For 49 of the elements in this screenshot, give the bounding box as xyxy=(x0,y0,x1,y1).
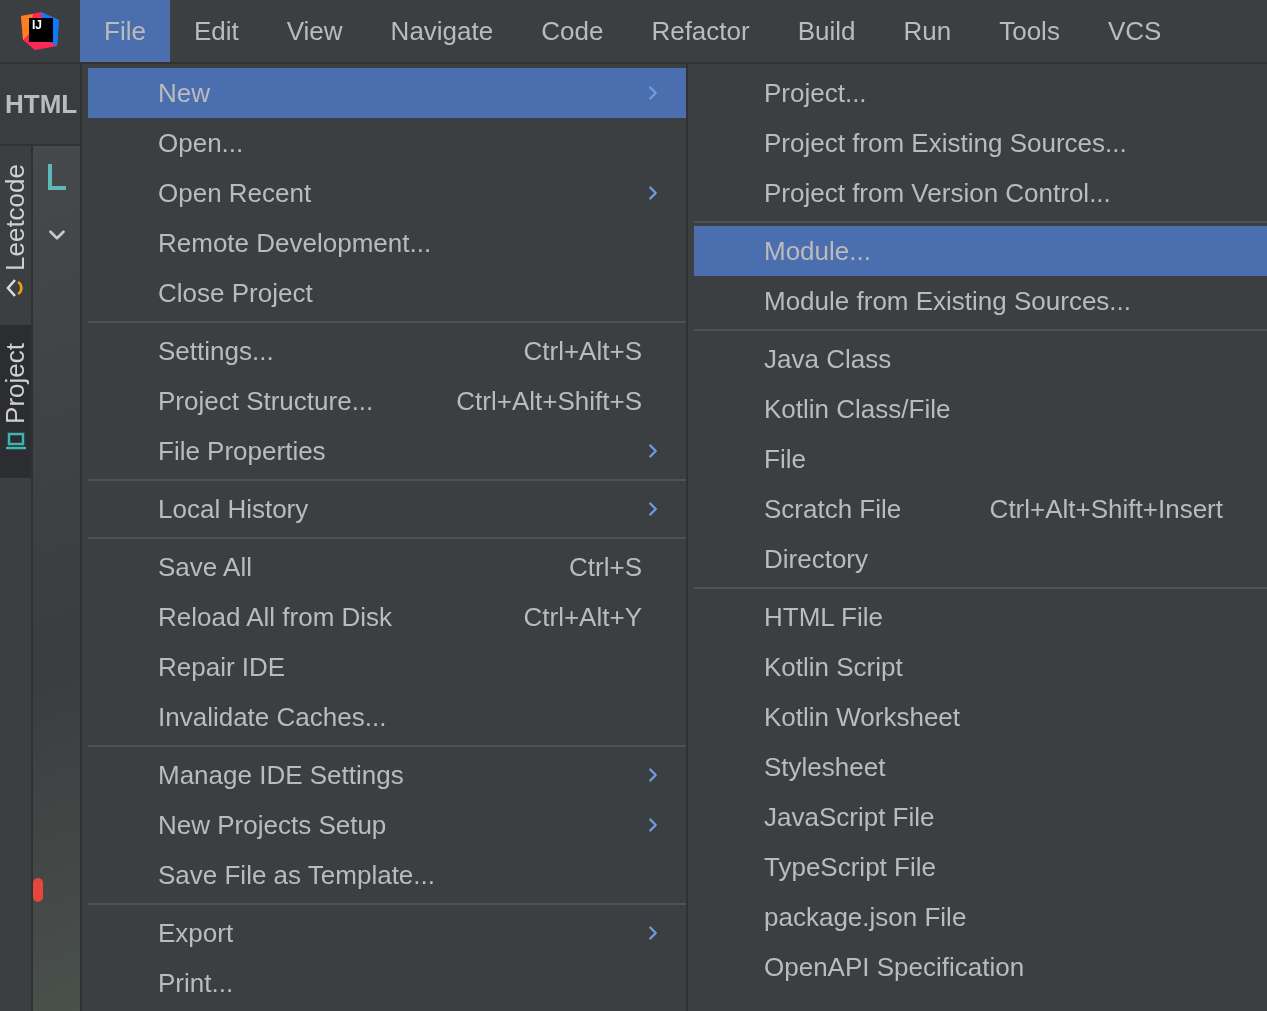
menu-bar-item[interactable]: Tools xyxy=(975,0,1084,62)
menu-item[interactable]: Project... xyxy=(694,68,1267,118)
menu-item[interactable]: OpenAPI Specification xyxy=(694,942,1267,992)
menu-item[interactable]: Export xyxy=(88,908,686,958)
menu-item[interactable]: Java Class xyxy=(694,334,1267,384)
menu-bar-item[interactable]: Navigate xyxy=(366,0,518,62)
menu-bar-item[interactable]: Code xyxy=(517,0,628,62)
menu-item[interactable]: Settings... Ctrl+Alt+S xyxy=(88,326,686,376)
menu-item[interactable]: Repair IDE xyxy=(88,642,686,692)
logo-text: IJ xyxy=(29,18,53,42)
menu-item[interactable]: TypeScript File xyxy=(694,842,1267,892)
menu-item[interactable]: Reload All from Disk Ctrl+Alt+Y xyxy=(88,592,686,642)
menu-item[interactable]: Save File as Template... xyxy=(88,850,686,900)
menu-bar-item[interactable]: View xyxy=(262,0,367,62)
menu-item[interactable]: Kotlin Worksheet xyxy=(694,692,1267,742)
menu-item[interactable]: Stylesheet xyxy=(694,742,1267,792)
folder-icon xyxy=(45,162,68,192)
menu-item[interactable]: Save All Ctrl+S xyxy=(88,542,686,592)
menu-item[interactable]: Manage IDE Settings xyxy=(88,750,686,800)
menu-item[interactable]: Open Recent xyxy=(88,168,686,218)
panel-title: HTML xyxy=(5,88,78,120)
tool-window-tab[interactable]: Project xyxy=(0,325,31,478)
menu-item[interactable]: New Projects Setup xyxy=(88,800,686,850)
menu-bar-item[interactable]: VCS xyxy=(1083,0,1186,62)
menu-item[interactable]: File Properties xyxy=(88,426,686,476)
menu-item[interactable]: Project Structure... Ctrl+Alt+Shift+S xyxy=(88,376,686,426)
menu-item[interactable]: Directory xyxy=(694,534,1267,584)
menu-item[interactable]: Project from Version Control... xyxy=(694,168,1267,218)
menu-item[interactable]: Project from Existing Sources... xyxy=(694,118,1267,168)
menu-item[interactable]: Invalidate Caches... xyxy=(88,692,686,742)
menu-item[interactable]: Close Project xyxy=(88,268,686,318)
menu-item[interactable]: Remote Development... xyxy=(88,218,686,268)
menu-bar-item[interactable]: Refactor xyxy=(627,0,774,62)
status-marker xyxy=(33,878,43,902)
menu-item[interactable]: HTML File xyxy=(694,592,1267,642)
menu-item[interactable]: Scratch File Ctrl+Alt+Shift+Insert xyxy=(694,484,1267,534)
tool-window-tab[interactable]: Leetcode xyxy=(0,146,31,325)
menu-item[interactable]: package.json File xyxy=(694,892,1267,942)
menu-item[interactable]: JavaScript File xyxy=(694,792,1267,842)
menu-item[interactable]: Local History xyxy=(88,484,686,534)
menu-item[interactable]: Kotlin Class/File xyxy=(694,384,1267,434)
menu-bar-item[interactable]: Build xyxy=(773,0,880,62)
menu-item[interactable]: File xyxy=(694,434,1267,484)
menu-bar-item[interactable]: Edit xyxy=(169,0,263,62)
menu-item[interactable]: Open... xyxy=(88,118,686,168)
menu-item[interactable]: Kotlin Script xyxy=(694,642,1267,692)
menu-item[interactable]: Module from Existing Sources... xyxy=(694,276,1267,326)
menu-bar-item[interactable]: Run xyxy=(879,0,976,62)
menu-item[interactable]: Print... xyxy=(88,958,686,1008)
